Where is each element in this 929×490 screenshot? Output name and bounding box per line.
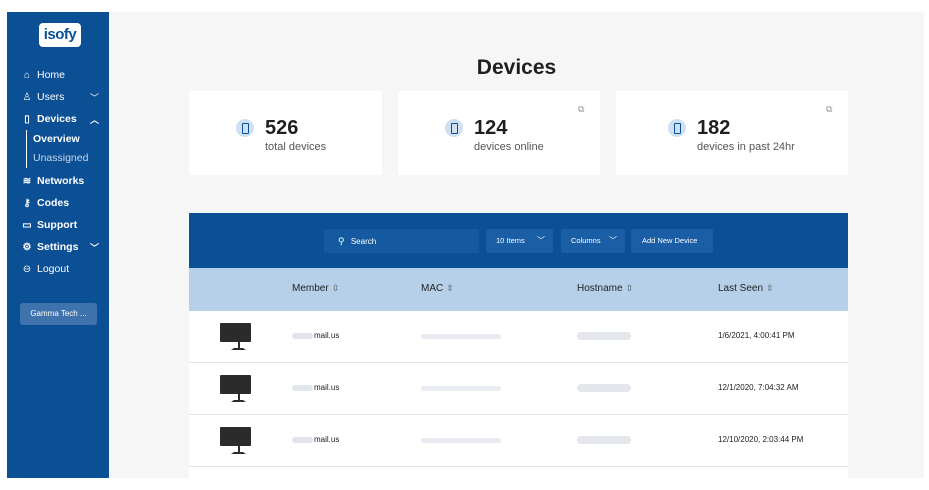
user-icon: ♙ bbox=[22, 91, 32, 103]
last-seen-cell: 1/6/2021, 4:00:41 PM bbox=[718, 331, 795, 340]
sidebar-item-label: Settings bbox=[37, 241, 79, 253]
sidebar-item-label: Home bbox=[37, 69, 66, 81]
column-header-member[interactable]: Member ⇳ bbox=[292, 283, 339, 294]
member-cell: mail.us bbox=[292, 435, 339, 444]
sidebar-nav: ⌂ Home ♙ Users ﹀ ▯ Devices ︿ Overview Un… bbox=[7, 64, 109, 280]
sidebar-item-label: Support bbox=[37, 219, 78, 231]
sidebar-item-codes[interactable]: ⚷ Codes bbox=[7, 192, 109, 214]
redacted-text bbox=[292, 384, 313, 391]
redacted-text bbox=[292, 332, 313, 339]
stat-card-24hr: 182 devices in past 24hr ⧉ bbox=[616, 91, 848, 175]
logout-icon: ⊖ bbox=[22, 263, 32, 275]
table-row[interactable]: mail.us 12/10/2020, 2:03:44 PM bbox=[189, 415, 848, 467]
items-select-label: 10 Items bbox=[496, 236, 525, 245]
column-label: Last Seen bbox=[718, 283, 764, 294]
monitor-icon bbox=[220, 323, 251, 350]
sidebar-item-label: Users bbox=[37, 91, 65, 103]
sidebar-subitem-overview[interactable]: Overview bbox=[33, 130, 109, 149]
mac-cell-redacted bbox=[421, 334, 501, 339]
home-icon: ⌂ bbox=[23, 69, 31, 81]
hostname-cell-placeholder bbox=[577, 436, 631, 444]
member-cell: mail.us bbox=[292, 331, 339, 340]
sidebar-item-users[interactable]: ♙ Users ﹀ bbox=[7, 86, 109, 108]
stat-label: total devices bbox=[265, 141, 327, 153]
sidebar-item-label: Devices bbox=[37, 113, 77, 125]
table-toolbar: ⚲ Search 10 Items ﹀ Columns ﹀ Add New De… bbox=[189, 213, 848, 268]
add-new-device-button[interactable]: Add New Device bbox=[631, 229, 713, 253]
sort-icon: ⇳ bbox=[446, 283, 454, 293]
mac-cell-redacted bbox=[421, 438, 501, 443]
stat-value: 124 bbox=[474, 117, 508, 139]
stat-value: 526 bbox=[265, 117, 299, 139]
redacted-text bbox=[292, 436, 313, 443]
device-icon bbox=[445, 119, 463, 137]
last-seen-cell: 12/10/2020, 2:03:44 PM bbox=[718, 435, 804, 444]
search-icon: ⚲ bbox=[338, 236, 345, 246]
search-input[interactable]: ⚲ Search bbox=[324, 229, 479, 253]
devices-table-panel: ⚲ Search 10 Items ﹀ Columns ﹀ Add New De… bbox=[189, 213, 848, 478]
search-placeholder: Search bbox=[350, 237, 377, 246]
columns-button[interactable]: Columns ﹀ bbox=[561, 229, 625, 253]
stat-label: devices online bbox=[474, 141, 544, 153]
column-header-mac[interactable]: MAC ⇳ bbox=[421, 283, 454, 294]
device-icon: ▯ bbox=[24, 113, 30, 125]
sidebar-item-home[interactable]: ⌂ Home bbox=[7, 64, 109, 86]
stat-card-online: 124 devices online ⧉ bbox=[398, 91, 600, 175]
sidebar-item-label: Networks bbox=[37, 175, 85, 187]
hostname-cell-placeholder bbox=[577, 384, 631, 392]
columns-button-label: Columns bbox=[571, 236, 601, 245]
chevron-down-icon: ﹀ bbox=[89, 92, 99, 103]
sort-icon: ⇳ bbox=[625, 283, 634, 293]
main-content: Devices 526 total devices 124 devices on… bbox=[109, 12, 924, 478]
page-title: Devices bbox=[476, 56, 557, 79]
mac-cell-redacted bbox=[421, 386, 501, 391]
last-seen-cell: 12/1/2020, 7:04:32 AM bbox=[718, 383, 799, 392]
sidebar-item-settings[interactable]: ⚙ Settings ﹀ bbox=[7, 236, 109, 258]
sidebar-item-networks[interactable]: ≋ Networks bbox=[7, 170, 109, 192]
column-header-last-seen[interactable]: Last Seen ⇳ bbox=[718, 283, 774, 294]
monitor-icon bbox=[220, 427, 251, 454]
column-label: Hostname bbox=[577, 283, 623, 294]
device-icon bbox=[668, 119, 686, 137]
member-email: mail.us bbox=[314, 331, 340, 340]
stat-card-total: 526 total devices bbox=[189, 91, 382, 175]
member-email: mail.us bbox=[314, 435, 340, 444]
wifi-icon: ≋ bbox=[22, 175, 32, 187]
key-icon: ⚷ bbox=[23, 197, 31, 209]
column-label: MAC bbox=[421, 283, 444, 294]
sidebar-item-label: Logout bbox=[37, 263, 70, 275]
gear-icon: ⚙ bbox=[22, 241, 32, 253]
table-row[interactable]: mail.us 12/1/2020, 7:04:32 AM bbox=[189, 363, 848, 415]
sidebar-subitem-unassigned[interactable]: Unassigned bbox=[33, 149, 109, 168]
chevron-down-icon: ﹀ bbox=[89, 242, 99, 253]
device-icon bbox=[236, 119, 254, 137]
isofy-logo[interactable]: isofy bbox=[39, 23, 81, 47]
sidebar: isofy ⌂ Home ♙ Users ﹀ ▯ Devices ︿ Overv… bbox=[7, 12, 109, 478]
stat-label: devices in past 24hr bbox=[697, 141, 795, 153]
chevron-down-icon: ﹀ bbox=[609, 236, 617, 245]
column-label: Member bbox=[292, 283, 329, 294]
member-cell: mail.us bbox=[292, 383, 339, 392]
organization-button[interactable]: Gamma Tech ... bbox=[20, 303, 97, 325]
external-link-icon[interactable]: ⧉ bbox=[826, 104, 832, 115]
table-row[interactable]: mail.us 1/6/2021, 4:00:41 PM bbox=[189, 311, 848, 363]
sort-icon: ⇳ bbox=[766, 283, 774, 293]
column-header-hostname[interactable]: Hostname ⇳ bbox=[577, 283, 633, 294]
ticket-icon: ▭ bbox=[22, 219, 32, 231]
sidebar-item-devices[interactable]: ▯ Devices ︿ bbox=[7, 108, 109, 130]
chevron-up-icon: ︿ bbox=[89, 114, 99, 125]
devices-submenu: Overview Unassigned bbox=[26, 130, 109, 168]
member-email: mail.us bbox=[314, 383, 340, 392]
sidebar-item-label: Codes bbox=[37, 197, 70, 209]
external-link-icon[interactable]: ⧉ bbox=[578, 104, 584, 115]
hostname-cell-placeholder bbox=[577, 332, 631, 340]
chevron-down-icon: ﹀ bbox=[537, 236, 545, 245]
sidebar-item-support[interactable]: ▭ Support bbox=[7, 214, 109, 236]
table-header: Member ⇳ MAC ⇳ Hostname ⇳ Last Seen ⇳ bbox=[189, 268, 848, 311]
monitor-icon bbox=[220, 375, 251, 402]
items-per-page-select[interactable]: 10 Items ﹀ bbox=[486, 229, 553, 253]
sort-icon: ⇳ bbox=[331, 283, 340, 293]
stat-value: 182 bbox=[697, 117, 731, 139]
sidebar-item-logout[interactable]: ⊖ Logout bbox=[7, 258, 109, 280]
